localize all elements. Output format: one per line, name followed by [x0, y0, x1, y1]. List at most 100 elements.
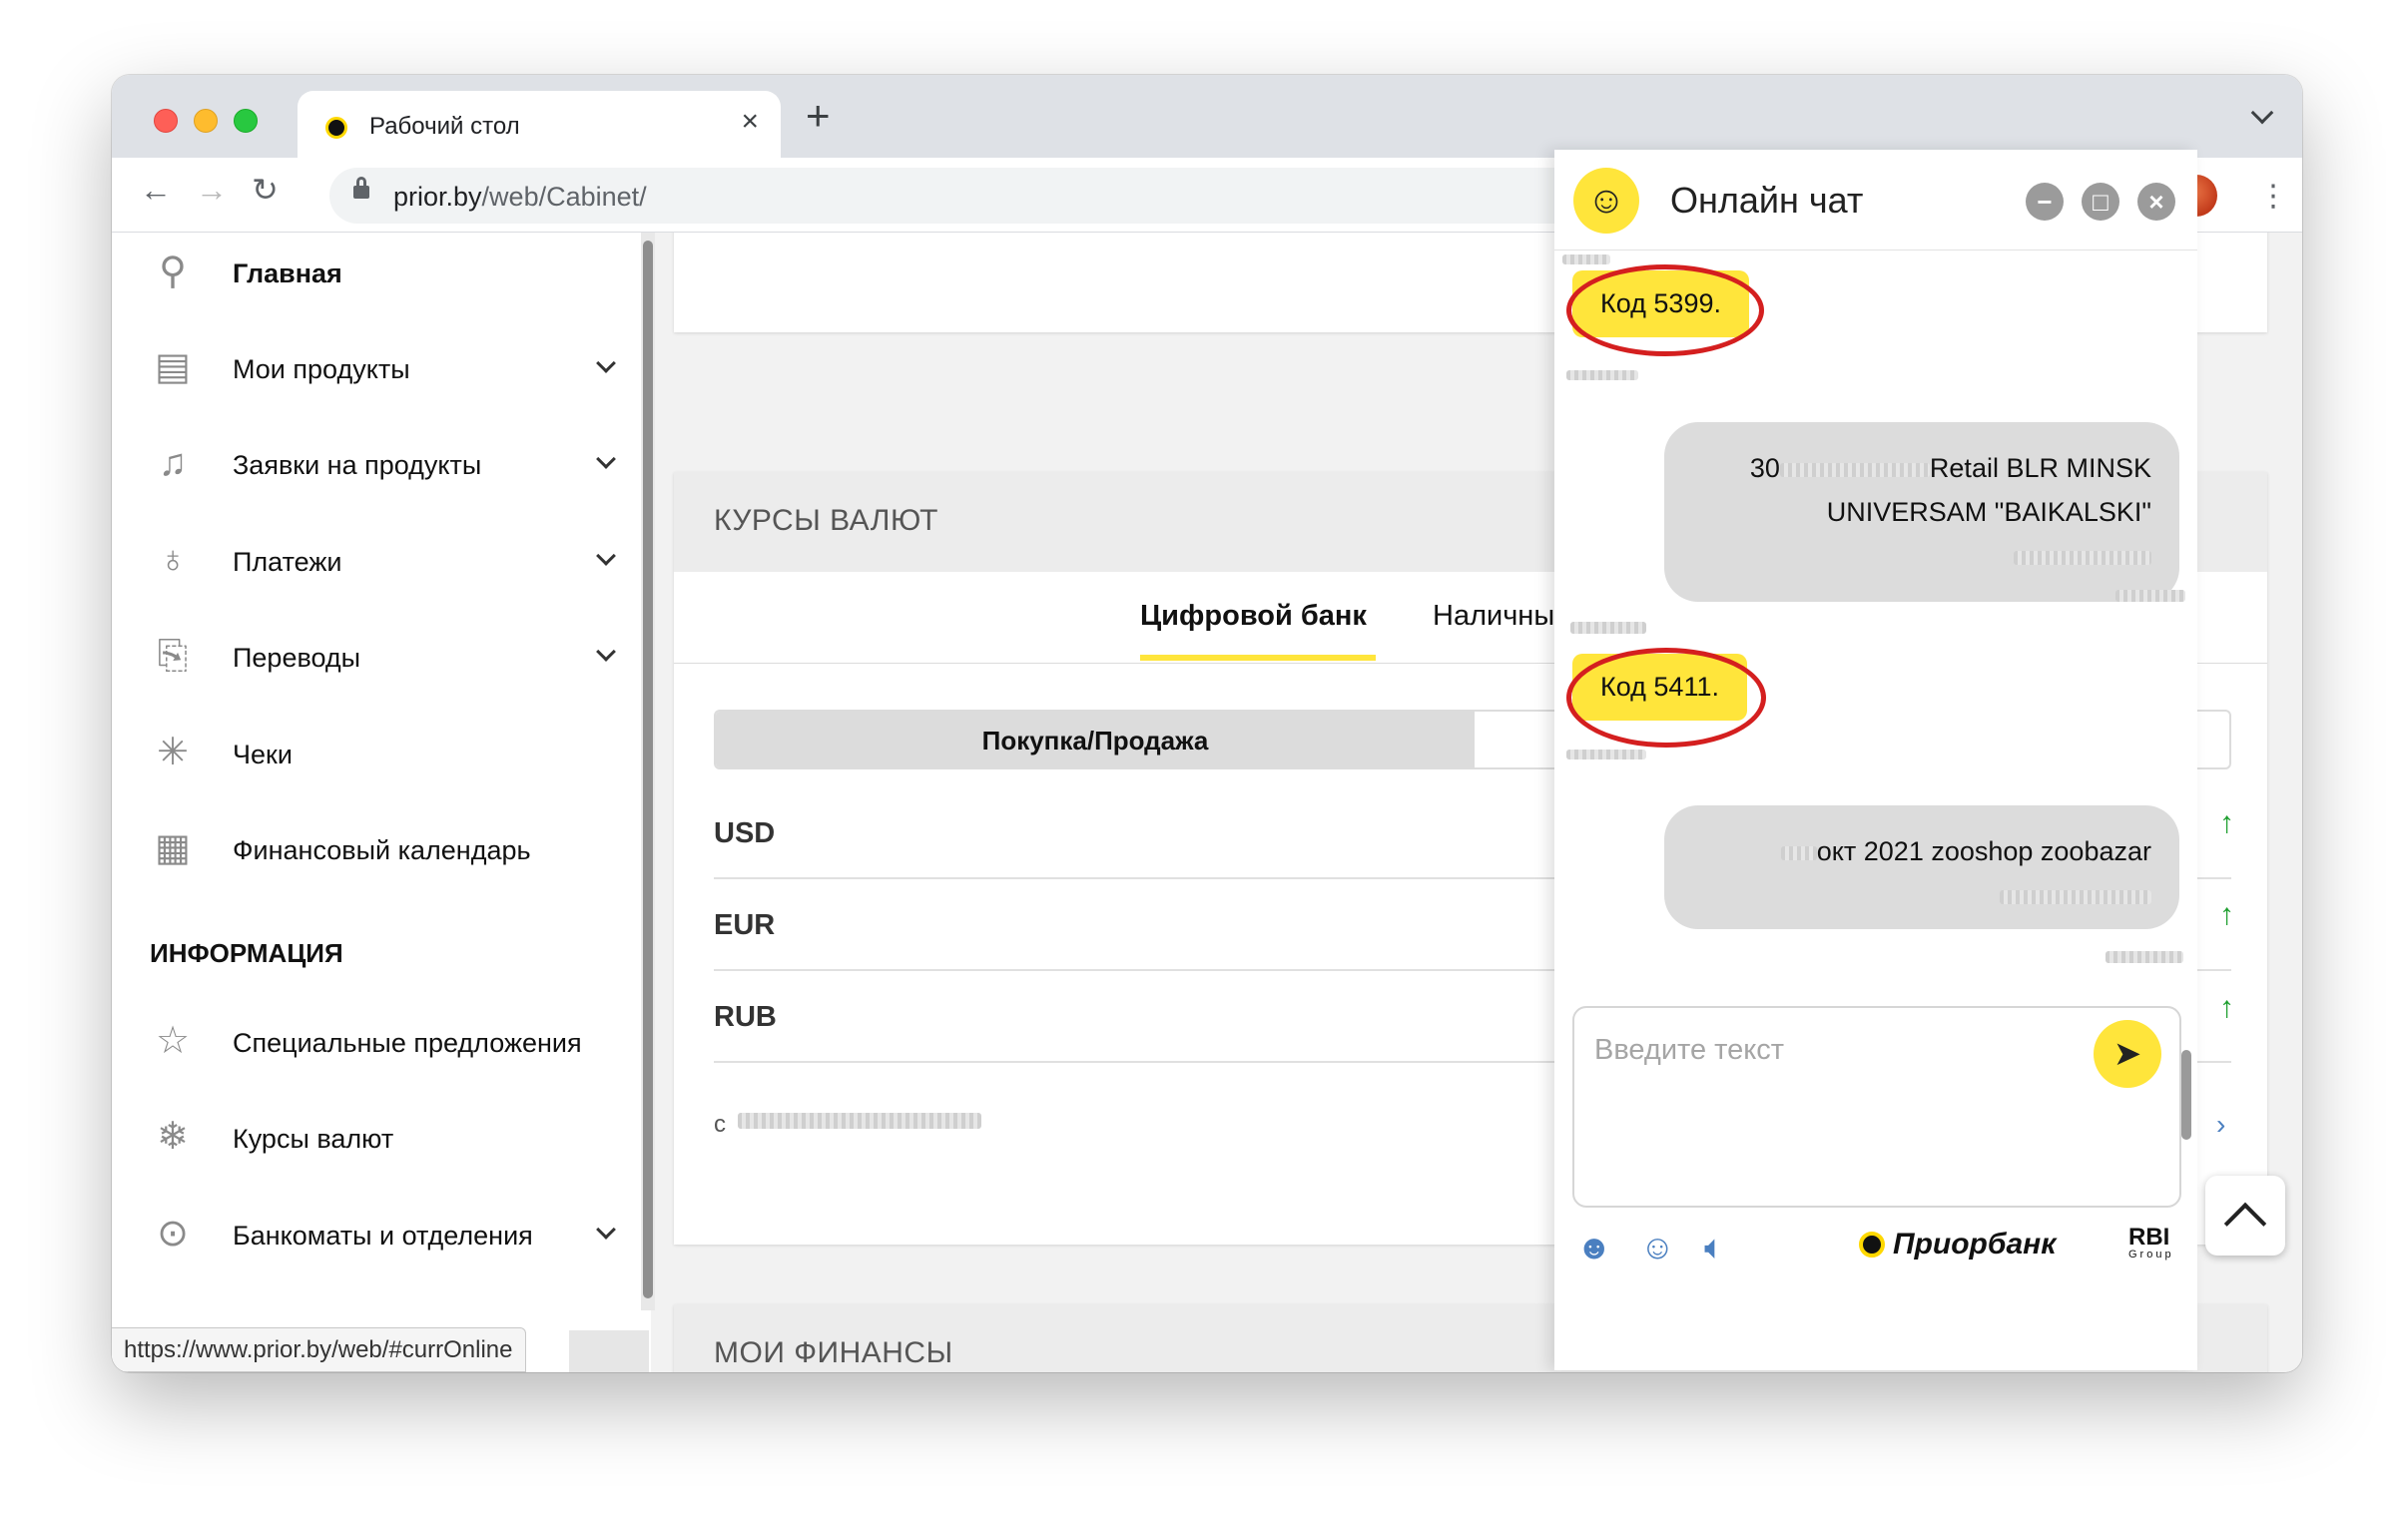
chat-bubbles-icon: ☺ — [1573, 168, 1639, 234]
chat-close-icon[interactable]: × — [2137, 183, 2175, 221]
chat-maximize-icon[interactable]: □ — [2082, 183, 2119, 221]
highlight-circle — [1566, 264, 1764, 356]
location-pin-icon: ⊙ — [157, 1213, 189, 1255]
blurred-date — [738, 1113, 981, 1129]
sidebar-item-fin-calendar[interactable]: ▦ Финансовый календарь — [150, 821, 629, 881]
blurred-text — [2014, 550, 2151, 565]
maximize-window-button[interactable] — [234, 109, 258, 133]
chat-scrollbar[interactable] — [2181, 1050, 2191, 1140]
sidebar-item-exchange-rates[interactable]: ❄ Курсы валют — [150, 1110, 629, 1170]
send-icon[interactable]: ➤ — [2094, 1020, 2161, 1088]
priorbank-logo: Приорбанк — [1859, 1228, 2056, 1262]
sidebar-item-transfers[interactable]: ⎘ Переводы — [150, 629, 629, 689]
tab-cash[interactable]: Наличны — [1433, 600, 1554, 633]
chevron-down-icon — [596, 546, 616, 566]
tab-title: Рабочий стол — [369, 113, 520, 140]
blurred-text — [1570, 622, 1646, 634]
sidebar-item-label: Чеки — [233, 740, 293, 769]
sidebar-item-label: Курсы валют — [233, 1124, 394, 1154]
chevron-down-icon — [596, 353, 616, 373]
segment-buy-sell-label: Покупка/Продажа — [981, 726, 1209, 756]
blurred-text — [1779, 462, 1930, 477]
chevron-down-icon — [596, 449, 616, 469]
rbi-group-logo: RBI Group — [2128, 1226, 2174, 1261]
sidebar-item-product-requests[interactable]: ♫ Заявки на продукты — [150, 436, 629, 496]
minimize-window-button[interactable] — [194, 109, 218, 133]
blurred-text — [1566, 750, 1646, 759]
blurred-text — [1566, 370, 1638, 380]
blurred-text — [1780, 845, 1817, 860]
active-tab-underline — [1140, 655, 1376, 661]
operators-icon[interactable]: ☻ — [1576, 1231, 1612, 1264]
sidebar-scroll-thumb[interactable] — [643, 241, 653, 1298]
scroll-to-top-button[interactable] — [2205, 1176, 2285, 1256]
chevron-right-icon[interactable]: › — [2216, 1109, 2225, 1141]
new-tab-button[interactable]: + — [806, 95, 831, 137]
tab-digital-bank[interactable]: Цифровой банк — [1140, 600, 1367, 633]
chat-minimize-icon[interactable]: − — [2026, 183, 2064, 221]
sidebar-item-label: Специальные предложения — [233, 1028, 582, 1058]
forward-button[interactable]: → — [196, 174, 228, 206]
chevron-down-icon — [596, 1220, 616, 1240]
msg-text: 30 — [1749, 453, 1780, 483]
currency-code: USD — [714, 817, 776, 849]
exchange-rates-title: КУРСЫ ВАЛЮТ — [714, 504, 938, 537]
priorbank-logo-mark — [1859, 1232, 1885, 1258]
sidebar-item-my-products[interactable]: ▤ Мои продукты — [150, 340, 629, 400]
sidebar-item-home[interactable]: ⚲ Главная — [150, 245, 629, 304]
sidebar-item-special-offers[interactable]: ☆ Специальные предложения — [150, 1014, 629, 1074]
sidebar-item-label: Главная — [233, 258, 342, 288]
blurred-text — [2115, 590, 2185, 602]
chat-message-input[interactable] — [1594, 1030, 2074, 1070]
sidebar-item-atms-branches[interactable]: ⊙ Банкоматы и отделения — [150, 1207, 629, 1266]
browser-tab[interactable]: Рабочий стол × — [298, 91, 781, 158]
tab-list-chevron-icon[interactable] — [2250, 101, 2274, 125]
sidebar-info-heading: ИНФОРМАЦИЯ — [150, 938, 343, 968]
rate-up-arrow-icon: ↑ — [2219, 806, 2234, 839]
sidebar-item-label: Переводы — [233, 643, 361, 673]
browser-window: Рабочий стол × + ← → ↻ prior.by/web/Cabi… — [112, 75, 2302, 1372]
sidebar-item-label: Платежи — [233, 547, 342, 577]
brand-name: Приорбанк — [1893, 1228, 2057, 1261]
bell-icon: ♫ — [158, 442, 188, 484]
reload-button[interactable]: ↻ — [252, 174, 279, 206]
chat-input-box[interactable]: ➤ — [1572, 1006, 2181, 1208]
receipt-icon: ✳ — [157, 732, 189, 773]
rbi-text: RBI — [2128, 1224, 2170, 1251]
bag-icon: ♁ — [158, 539, 188, 581]
emoji-icon[interactable]: ☺ — [1640, 1231, 1675, 1264]
lock-icon — [353, 177, 369, 199]
transfer-icon: ⎘ — [157, 635, 189, 677]
close-window-button[interactable] — [154, 109, 178, 133]
browser-menu-icon[interactable]: ⋮ — [2258, 182, 2288, 212]
rate-up-arrow-icon: ↑ — [2219, 991, 2234, 1024]
blurred-text — [2000, 889, 2151, 904]
blurred-text — [2106, 951, 2183, 963]
url-host: prior.by — [393, 182, 482, 212]
chat-header: ☺ Онлайн чат − □ × — [1554, 150, 2197, 251]
back-button[interactable]: ← — [140, 174, 172, 206]
blurred-text — [1562, 254, 1610, 264]
currency-code: EUR — [714, 909, 776, 941]
chat-messages: Код 5399. 30 Retail BLR MINSK UNIVERSAM "… — [1554, 251, 2197, 969]
collapse-sidebar-button[interactable] — [569, 1330, 649, 1372]
sidebar-item-label: Заявки на продукты — [233, 450, 482, 480]
sidebar-item-label: Мои продукты — [233, 354, 410, 384]
tab-strip: Рабочий стол × + — [112, 75, 2302, 158]
status-bar-url: https://www.prior.by/web/#currOnline — [112, 1327, 526, 1372]
sidebar-item-payments[interactable]: ♁ Платежи — [150, 533, 629, 593]
msg-text: Retail BLR MINSK — [1929, 453, 2151, 483]
sidebar-item-receipts[interactable]: ✳ Чеки — [150, 726, 629, 785]
priorbank-favicon-icon — [325, 117, 347, 139]
sidebar-item-label: Финансовый календарь — [233, 835, 531, 865]
online-chat-panel: ☺ Онлайн чат − □ × Код 5399. 30 Retail BL… — [1554, 150, 2197, 1370]
my-finances-title: МОИ ФИНАНСЫ — [714, 1336, 953, 1369]
chat-message-merchant-1: 30 Retail BLR MINSK UNIVERSAM "BAIKALSKI" — [1664, 422, 2179, 602]
rate-up-arrow-icon: ↑ — [2219, 898, 2234, 931]
chat-message-merchant-2: окт 2021 zooshop zoobazar — [1664, 805, 2179, 929]
calendar-icon: ▦ — [155, 827, 191, 869]
chat-title: Онлайн чат — [1670, 180, 1864, 221]
sidebar: ⚲ Главная ▤ Мои продукты ♫ Заявки на про… — [112, 233, 651, 1372]
close-tab-icon[interactable]: × — [741, 107, 759, 137]
sound-icon[interactable]: 🔈︎ — [1704, 1231, 1724, 1264]
